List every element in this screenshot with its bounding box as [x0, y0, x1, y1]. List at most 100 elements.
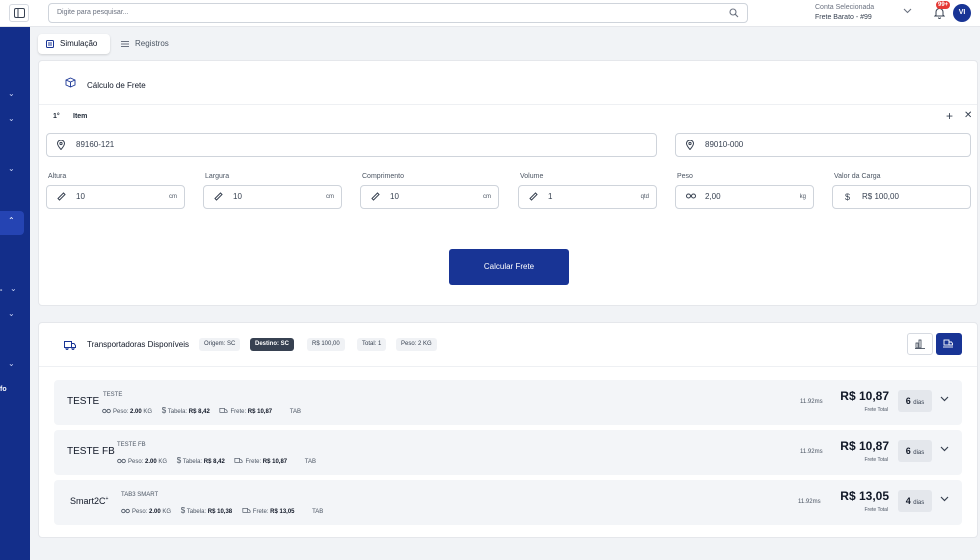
days-unit: dias	[913, 500, 925, 506]
search-icon[interactable]	[729, 8, 739, 18]
carrier-row[interactable]: Smart2C+ TAB3 SMART Peso: 2.00 KG $ Tabe…	[54, 480, 962, 525]
map-pin-icon	[686, 140, 694, 150]
carrier-subtitle: TESTE	[103, 392, 123, 398]
chevron-down-icon[interactable]	[903, 8, 912, 14]
valor-carga-field[interactable]: $ R$ 100,00	[832, 185, 971, 209]
field-value: 1	[548, 192, 553, 201]
peso-value: 2.00	[145, 459, 157, 465]
chevron-down-icon[interactable]	[940, 496, 949, 502]
chevron-down-icon[interactable]: ⌄	[8, 164, 18, 174]
chevron-up-icon: ⌃	[8, 216, 15, 225]
truck-list-icon	[943, 339, 953, 348]
sidebar-icon	[14, 8, 25, 18]
altura-field[interactable]: 10 cm	[46, 185, 185, 209]
peso-field[interactable]: 2,00 kg	[675, 185, 814, 209]
sidebar-toggle-button[interactable]	[9, 4, 29, 22]
largura-field[interactable]: 10 cm	[203, 185, 342, 209]
destination-cep-value: 89010-000	[705, 140, 744, 149]
field-unit: qtd	[640, 194, 649, 200]
weight-chip: Peso: 2 KG	[396, 338, 437, 351]
field-value: 10	[76, 192, 85, 201]
field-unit: kg	[799, 194, 806, 200]
total-price-label: Frete Total	[864, 507, 888, 513]
ruler-icon	[529, 192, 538, 201]
chevron-down-icon[interactable]: ⌄	[8, 89, 18, 99]
response-time: 11.92ms	[800, 399, 823, 405]
origin-chip: Origem: SC	[199, 338, 241, 351]
card-title: Cálculo de Frete	[87, 81, 146, 90]
chevron-down-icon[interactable]: ⌄	[8, 114, 18, 124]
chevron-down-icon[interactable]: ⌄	[8, 309, 18, 319]
total-price-label: Frete Total	[864, 407, 888, 413]
field-value: 10	[233, 192, 242, 201]
dollar-icon: $	[845, 192, 851, 202]
chevron-down-icon[interactable]	[940, 446, 949, 452]
search-input[interactable]: Digite para pesquisar...	[48, 3, 748, 23]
field-label: Volume	[520, 173, 544, 180]
ruler-icon	[57, 192, 66, 201]
peso-unit: KG	[158, 459, 168, 465]
carrier-details: Peso: 2.00 KG $ Tabela: R$ 8,42 Frete: R…	[102, 406, 301, 415]
calculator-icon	[46, 40, 54, 48]
tabela-value: R$ 8,42	[203, 459, 225, 465]
days-value: 4	[905, 496, 911, 506]
sidebar-item-active[interactable]: ⌃	[0, 211, 24, 235]
weight-icon	[686, 193, 696, 199]
tab-simulacao[interactable]: Simulação	[38, 34, 110, 54]
total-price: R$ 13,05	[840, 489, 889, 503]
carrier-row[interactable]: TESTE TESTE Peso: 2.00 KG $ Tabela: R$ 8…	[54, 380, 962, 425]
tabela-value: R$ 8,42	[188, 409, 210, 415]
volume-field[interactable]: 1 qtd	[518, 185, 657, 209]
origin-cep-field[interactable]: 89160-121	[46, 133, 657, 157]
field-value: 10	[390, 192, 399, 201]
chevron-down-icon[interactable]: ⌄	[8, 359, 18, 369]
account-selector[interactable]: Conta Selecionada Frete Barato - #99	[815, 3, 874, 23]
box-icon	[65, 77, 76, 88]
ruler-icon	[371, 192, 380, 201]
destination-cep-field[interactable]: 89010-000	[675, 133, 971, 157]
bar-chart-icon	[915, 339, 925, 349]
tag: TAB	[312, 509, 324, 515]
days-unit: dias	[913, 400, 925, 406]
truck-icon	[64, 341, 76, 350]
tab-registros[interactable]: Registros	[113, 34, 183, 54]
tabela-label: Tabela:	[182, 459, 203, 465]
days-value: 6	[905, 396, 911, 406]
list-view-button[interactable]	[936, 333, 962, 355]
field-unit: cm	[326, 194, 334, 200]
chevron-down-icon[interactable]	[940, 396, 949, 402]
delivery-days-badge: 6 dias	[898, 390, 932, 412]
tabela-value: R$ 10,38	[207, 509, 233, 515]
field-value: R$ 100,00	[862, 192, 899, 201]
ruler-icon	[214, 192, 223, 201]
carriers-title: Transportadoras Disponíveis	[87, 340, 189, 349]
peso-label: Peso:	[128, 459, 144, 465]
truck-icon	[234, 458, 243, 463]
peso-label: Peso:	[132, 509, 148, 515]
peso-unit: KG	[162, 509, 172, 515]
delivery-days-badge: 4 dias	[898, 490, 932, 512]
avatar[interactable]: VI	[953, 4, 971, 22]
field-label: Peso	[677, 173, 693, 180]
carrier-row[interactable]: TESTE FB TESTE FB Peso: 2.00 KG $ Tabela…	[54, 430, 962, 475]
frete-value: R$ 10,87	[262, 459, 288, 465]
tag: TAB	[289, 409, 301, 415]
account-label: Conta Selecionada	[815, 4, 875, 11]
tabela-label: Tabela:	[167, 409, 188, 415]
response-time: 11.92ms	[798, 499, 821, 505]
delivery-days-badge: 6 dias	[898, 440, 932, 462]
add-item-button[interactable]: +	[946, 109, 953, 123]
comprimento-field[interactable]: 10 cm	[360, 185, 499, 209]
carrier-logo: Smart2C+	[70, 496, 109, 506]
chevron-down-icon[interactable]: ⌄	[10, 284, 20, 294]
days-value: 6	[905, 446, 911, 456]
top-bar: Digite para pesquisar... Conta Seleciona…	[0, 0, 980, 27]
close-icon[interactable]: ✕	[964, 110, 972, 121]
chart-view-button[interactable]	[907, 333, 933, 355]
truck-icon	[242, 508, 251, 513]
carrier-details: Peso: 2.00 KG $ Tabela: R$ 10,38 Frete: …	[121, 506, 323, 515]
calcular-frete-button[interactable]: Calcular Frete	[449, 249, 569, 285]
response-time: 11.92ms	[800, 449, 823, 455]
tab-label: Registros	[135, 39, 169, 48]
item-label: Item	[73, 113, 88, 120]
